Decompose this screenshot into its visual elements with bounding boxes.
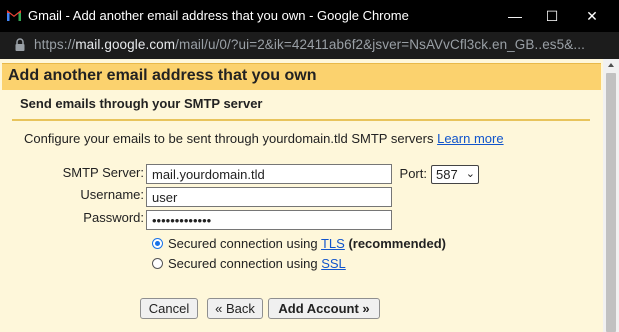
port-value: 587 (436, 167, 458, 182)
vertical-scrollbar[interactable] (603, 59, 619, 332)
ssl-link[interactable]: SSL (321, 256, 346, 271)
window-titlebar: Gmail - Add another email address that y… (0, 0, 619, 32)
ssl-radio[interactable] (152, 258, 163, 269)
section-title: Send emails through your SMTP server (20, 96, 263, 111)
username-label: Username: (80, 187, 144, 202)
scrollbar-thumb[interactable] (606, 73, 616, 332)
tls-option-suffix: (recommended) (344, 236, 446, 251)
address-bar[interactable]: https://mail.google.com/mail/u/0/?ui=2&i… (0, 32, 619, 59)
maximize-button[interactable]: ☐ (542, 6, 562, 26)
ssl-option-label[interactable]: Secured connection using SSL (168, 256, 346, 271)
cancel-button[interactable]: Cancel (140, 298, 198, 319)
lock-icon (15, 38, 25, 51)
port-select[interactable]: 587 ⌄ (431, 165, 479, 184)
description-text: Configure your emails to be sent through… (24, 131, 434, 146)
password-input[interactable] (146, 210, 392, 230)
tls-link[interactable]: TLS (321, 236, 345, 251)
window-title: Gmail - Add another email address that y… (28, 8, 409, 23)
minimize-button[interactable]: — (505, 6, 525, 26)
ssl-option-prefix: Secured connection using (168, 256, 322, 271)
url-scheme: https:// (34, 37, 76, 52)
learn-more-link[interactable]: Learn more (437, 131, 503, 146)
dialog-page: Add another email address that you own S… (0, 59, 603, 332)
chevron-down-icon: ⌄ (465, 168, 475, 180)
dialog-header: Add another email address that you own (2, 63, 601, 90)
back-button[interactable]: « Back (207, 298, 263, 319)
tls-option-prefix: Secured connection using (168, 236, 321, 251)
tls-option-label[interactable]: Secured connection using TLS (recommende… (168, 236, 446, 251)
username-input[interactable] (146, 187, 392, 207)
scroll-up-arrow-icon[interactable] (608, 63, 614, 67)
password-label: Password: (83, 210, 144, 225)
smtp-server-label: SMTP Server: (62, 165, 144, 180)
url-host: mail.google.com (75, 37, 176, 52)
section-divider (12, 119, 590, 121)
description: Configure your emails to be sent through… (24, 131, 504, 146)
page-title: Add another email address that you own (8, 67, 317, 84)
gmail-logo-icon (7, 10, 21, 21)
tls-radio[interactable] (152, 238, 163, 249)
url-path: /mail/u/0/?ui=2&ik=42411ab6f2&jsver=NsAV… (175, 37, 585, 52)
close-button[interactable]: ✕ (582, 6, 602, 26)
add-account-button[interactable]: Add Account » (268, 298, 380, 319)
url-text[interactable]: https://mail.google.com/mail/u/0/?ui=2&i… (34, 37, 585, 52)
port-label: Port: (399, 166, 427, 181)
